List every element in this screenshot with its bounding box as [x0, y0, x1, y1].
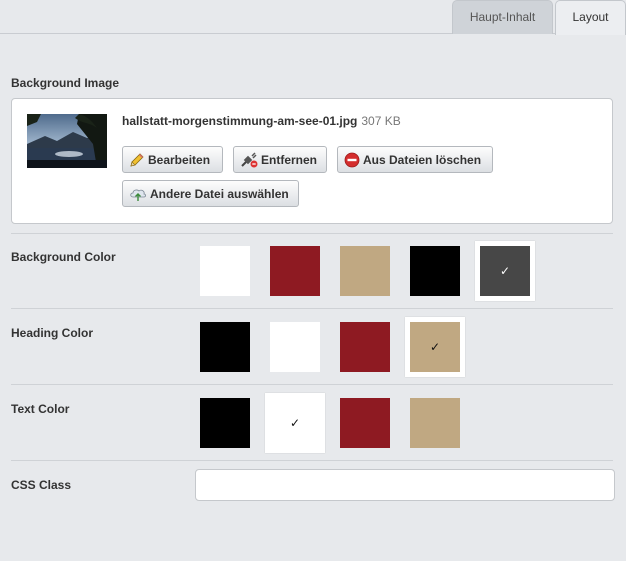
heading-color-swatch[interactable]: [195, 317, 255, 377]
background-image-panel: hallstatt-morgenstimmung-am-see-01.jpg 30…: [11, 98, 613, 224]
tab-bar: Haupt-Inhalt Layout: [0, 0, 626, 35]
unplug-icon: [241, 151, 258, 167]
choose-other-file-button[interactable]: Andere Datei auswählen: [122, 180, 299, 207]
background-color-label: Background Color: [11, 250, 116, 264]
heading-color-swatch[interactable]: ✓: [405, 317, 465, 377]
cloud-upload-icon: [130, 189, 146, 201]
checkmark-icon: ✓: [289, 416, 301, 430]
heading-color-swatch[interactable]: [265, 317, 325, 377]
swatch-color: [340, 246, 390, 296]
image-thumbnail[interactable]: [27, 114, 107, 168]
file-name-text: hallstatt-morgenstimmung-am-see-01.jpg: [122, 114, 358, 128]
swatch-color: ✓: [480, 246, 530, 296]
background-color-swatch[interactable]: [265, 241, 325, 301]
edit-button[interactable]: Bearbeiten: [122, 146, 223, 173]
swatch-color: [200, 246, 250, 296]
pencil-icon: [130, 152, 144, 167]
background-color-swatch[interactable]: [405, 241, 465, 301]
delete-button-label: Aus Dateien löschen: [363, 152, 482, 167]
swatch-color: [340, 398, 390, 448]
swatch-color: ✓: [270, 398, 320, 448]
delete-from-files-button[interactable]: Aus Dateien löschen: [337, 146, 493, 173]
swatch-color: [410, 246, 460, 296]
tab-layout[interactable]: Layout: [555, 0, 626, 35]
swatch-color: [200, 322, 250, 372]
edit-button-label: Bearbeiten: [148, 152, 211, 167]
background-image-label: Background Image: [11, 76, 120, 90]
remove-button-label: Entfernen: [261, 152, 318, 167]
heading-color-label: Heading Color: [11, 326, 94, 340]
css-class-input[interactable]: [195, 469, 615, 501]
text-color-swatch[interactable]: [405, 393, 465, 453]
swatch-color: ✓: [410, 322, 460, 372]
divider: [11, 460, 613, 461]
checkmark-icon: ✓: [429, 340, 441, 354]
swatch-color: [270, 322, 320, 372]
tab-haupt-inhalt[interactable]: Haupt-Inhalt: [452, 0, 553, 34]
divider: [11, 233, 613, 234]
checkmark-icon: ✓: [499, 264, 511, 278]
css-class-label: CSS Class: [11, 478, 72, 492]
text-color-swatch[interactable]: [335, 393, 395, 453]
swatch-color: [270, 246, 320, 296]
text-color-label: Text Color: [11, 402, 70, 416]
file-name: hallstatt-morgenstimmung-am-see-01.jpg 30…: [122, 114, 401, 128]
remove-button[interactable]: Entfernen: [233, 146, 327, 173]
background-color-swatch[interactable]: [195, 241, 255, 301]
background-color-swatch[interactable]: [335, 241, 395, 301]
divider: [11, 384, 613, 385]
swatch-color: [200, 398, 250, 448]
swatch-color: [340, 322, 390, 372]
file-size: 307 KB: [361, 114, 401, 128]
background-color-swatch[interactable]: ✓: [475, 241, 535, 301]
divider: [11, 308, 613, 309]
swatch-color: [410, 398, 460, 448]
text-color-swatch[interactable]: [195, 393, 255, 453]
text-color-swatch[interactable]: ✓: [265, 393, 325, 453]
choose-button-label: Andere Datei auswählen: [150, 186, 289, 201]
no-entry-icon: [344, 152, 360, 167]
heading-color-swatch[interactable]: [335, 317, 395, 377]
